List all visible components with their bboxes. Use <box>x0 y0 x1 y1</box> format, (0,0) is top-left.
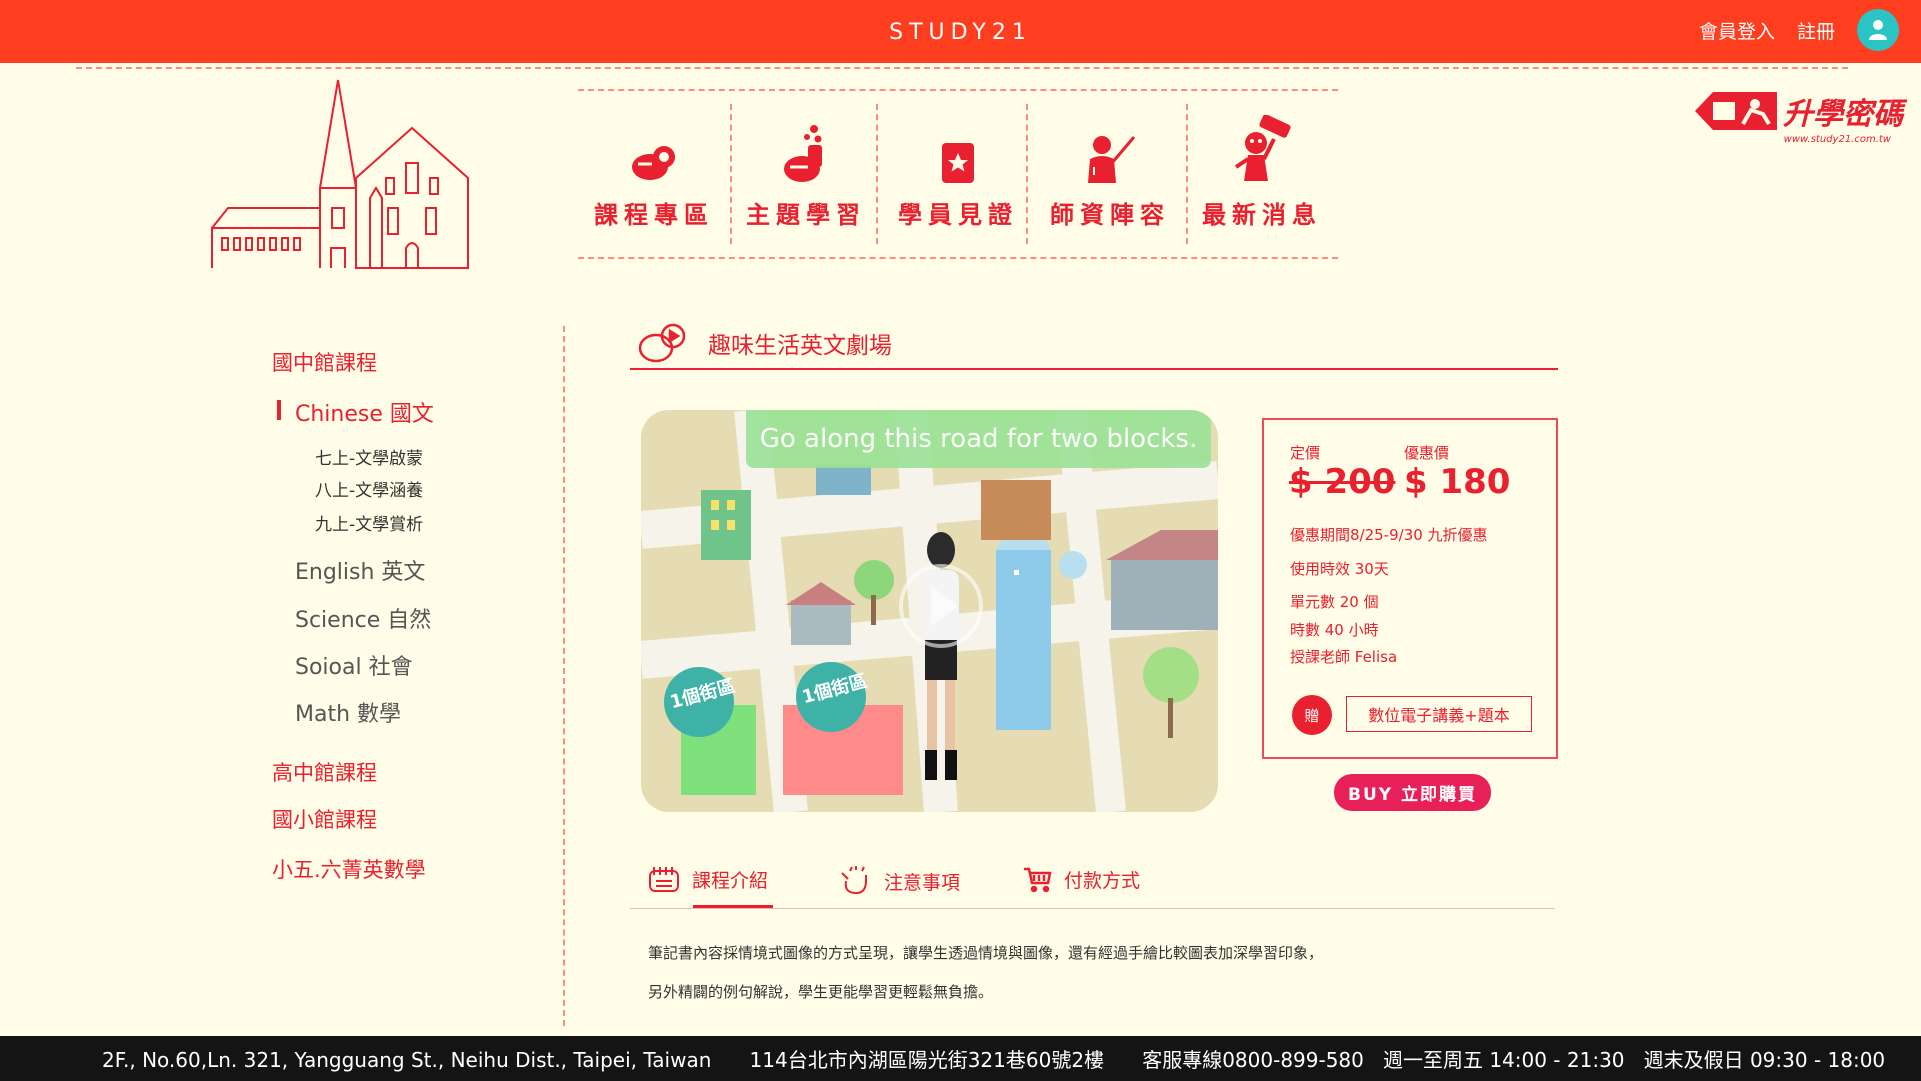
gift-item: 數位電子講義+題本 <box>1346 696 1532 732</box>
buy-button[interactable]: BUY 立即購買 <box>1334 774 1491 811</box>
video-city-scene <box>641 410 1218 812</box>
title-underline <box>630 368 1558 370</box>
video-caption: Go along this road for two blocks. <box>746 410 1211 468</box>
chemistry-hand-icon <box>784 125 822 182</box>
main-nav: 課程專區 主題學習 學員見證 師資陣容 最新消息 <box>578 92 1338 256</box>
nav-testimonials-label: 學員見證 <box>898 201 1018 229</box>
sale-price: $ 180 <box>1404 462 1511 502</box>
tab-payment-label: 付款方式 <box>1064 869 1141 892</box>
course-video[interactable]: Go along this road for two blocks. 1個街區 … <box>641 410 1218 812</box>
nav-divider <box>1026 104 1028 244</box>
login-link[interactable]: 會員登入 <box>1699 17 1775 44</box>
sale-price-label: 優惠價 <box>1404 444 1450 462</box>
register-link[interactable]: 註冊 <box>1797 17 1835 44</box>
footer-info: 2F., No.60,Ln. 321, Yangguang St., Neihu… <box>102 1048 1886 1072</box>
nav-courses-label: 課程專區 <box>594 201 714 229</box>
tab-notices[interactable]: 注意事項 <box>838 865 960 897</box>
nav-divider <box>876 104 878 244</box>
logo-text: 升學密碼 <box>1783 97 1903 132</box>
sidebar-item-english[interactable]: English 英文 <box>295 554 425 586</box>
nav-courses[interactable]: 課程專區 <box>578 92 730 256</box>
sidebar-divider <box>563 326 565 1026</box>
tabs-divider <box>630 908 1555 909</box>
church-illustration <box>211 79 469 269</box>
course-description-line2: 另外精闢的例句解說，學生更能學習更輕鬆無負擔。 <box>648 983 994 1001</box>
top-bar: STUDY21 會員登入 註冊 <box>0 0 1921 63</box>
header-divider <box>76 67 1848 69</box>
user-avatar[interactable] <box>1857 9 1899 51</box>
unit-count: 單元數 20 個 <box>1290 593 1379 611</box>
sidebar-junior-high[interactable]: 國中館課程 <box>272 347 377 377</box>
promo-period: 優惠期間8/25-9/30 九折優惠 <box>1290 526 1488 544</box>
sidebar-item-math[interactable]: Math 數學 <box>295 696 401 728</box>
waving-hand-icon <box>841 866 867 895</box>
certificate-icon <box>942 143 974 183</box>
gift-badge: 贈 <box>1292 695 1332 735</box>
sidebar-senior-high[interactable]: 高中館課程 <box>272 757 377 787</box>
course-title: 趣味生活英文劇場 <box>708 333 892 359</box>
logo-url: www.study21.com.tw <box>1783 134 1891 145</box>
tab-course-intro-label: 課程介紹 <box>692 869 769 892</box>
nav-bottom-border <box>578 257 1338 259</box>
site-brand[interactable]: STUDY21 <box>0 20 1921 45</box>
news-mascot-icon <box>1234 115 1291 181</box>
nav-teachers-label: 師資陣容 <box>1050 201 1170 229</box>
nav-testimonials[interactable]: 學員見證 <box>882 92 1034 256</box>
course-description-line1: 筆記書內容採情境式圖像的方式呈現，讓學生透過情境與圖像，還有經過手繪比較圖表加深… <box>648 944 1324 962</box>
nav-top-border <box>578 89 1338 91</box>
shopping-cart-icon <box>1024 867 1052 893</box>
sidebar-gifted-math[interactable]: 小五.六菁英數學 <box>272 854 426 884</box>
sidebar-elementary[interactable]: 國小館課程 <box>272 804 377 834</box>
course-video-icon <box>638 323 686 363</box>
logo-emblem-icon <box>1695 92 1777 130</box>
user-icon <box>1869 20 1887 40</box>
nav-topics-label: 主題學習 <box>746 201 866 229</box>
hours: 時數 40 小時 <box>1290 621 1379 639</box>
footer: 2F., No.60,Ln. 321, Yangguang St., Neihu… <box>0 1036 1921 1081</box>
sidebar-item-grade8[interactable]: 八上-文學涵養 <box>315 476 423 501</box>
video-camera-icon <box>632 146 675 180</box>
nav-topics[interactable]: 主題學習 <box>730 92 882 256</box>
notebook-icon <box>649 867 679 892</box>
tab-payment[interactable]: 付款方式 <box>1022 865 1140 893</box>
sidebar-item-chinese[interactable]: Chinese 國文 <box>277 396 434 428</box>
sidebar-item-social[interactable]: Soioal 社會 <box>295 649 413 681</box>
nav-news-label: 最新消息 <box>1202 201 1322 229</box>
nav-teachers[interactable]: 師資陣容 <box>1034 92 1186 256</box>
orig-price-label: 定價 <box>1290 444 1321 462</box>
price-panel: 定價 優惠價 $ 200 $ 180 優惠期間8/25-9/30 九折優惠 使用… <box>1262 418 1558 759</box>
sidebar-item-grade9[interactable]: 九上-文學賞析 <box>315 510 423 535</box>
validity: 使用時效 30天 <box>1290 560 1389 578</box>
tab-course-intro[interactable]: 課程介紹 <box>648 865 768 893</box>
sidebar-item-science[interactable]: Science 自然 <box>295 602 431 634</box>
teacher: 授課老師 Felisa <box>1290 648 1398 666</box>
tab-notices-label: 注意事項 <box>884 871 961 894</box>
teacher-icon <box>1088 136 1136 183</box>
sidebar-item-grade7[interactable]: 七上-文學啟蒙 <box>315 444 423 469</box>
study21-logo[interactable]: 升學密碼 www.study21.com.tw <box>1693 88 1903 145</box>
nav-news[interactable]: 最新消息 <box>1186 92 1338 256</box>
orig-price: $ 200 <box>1289 462 1396 502</box>
